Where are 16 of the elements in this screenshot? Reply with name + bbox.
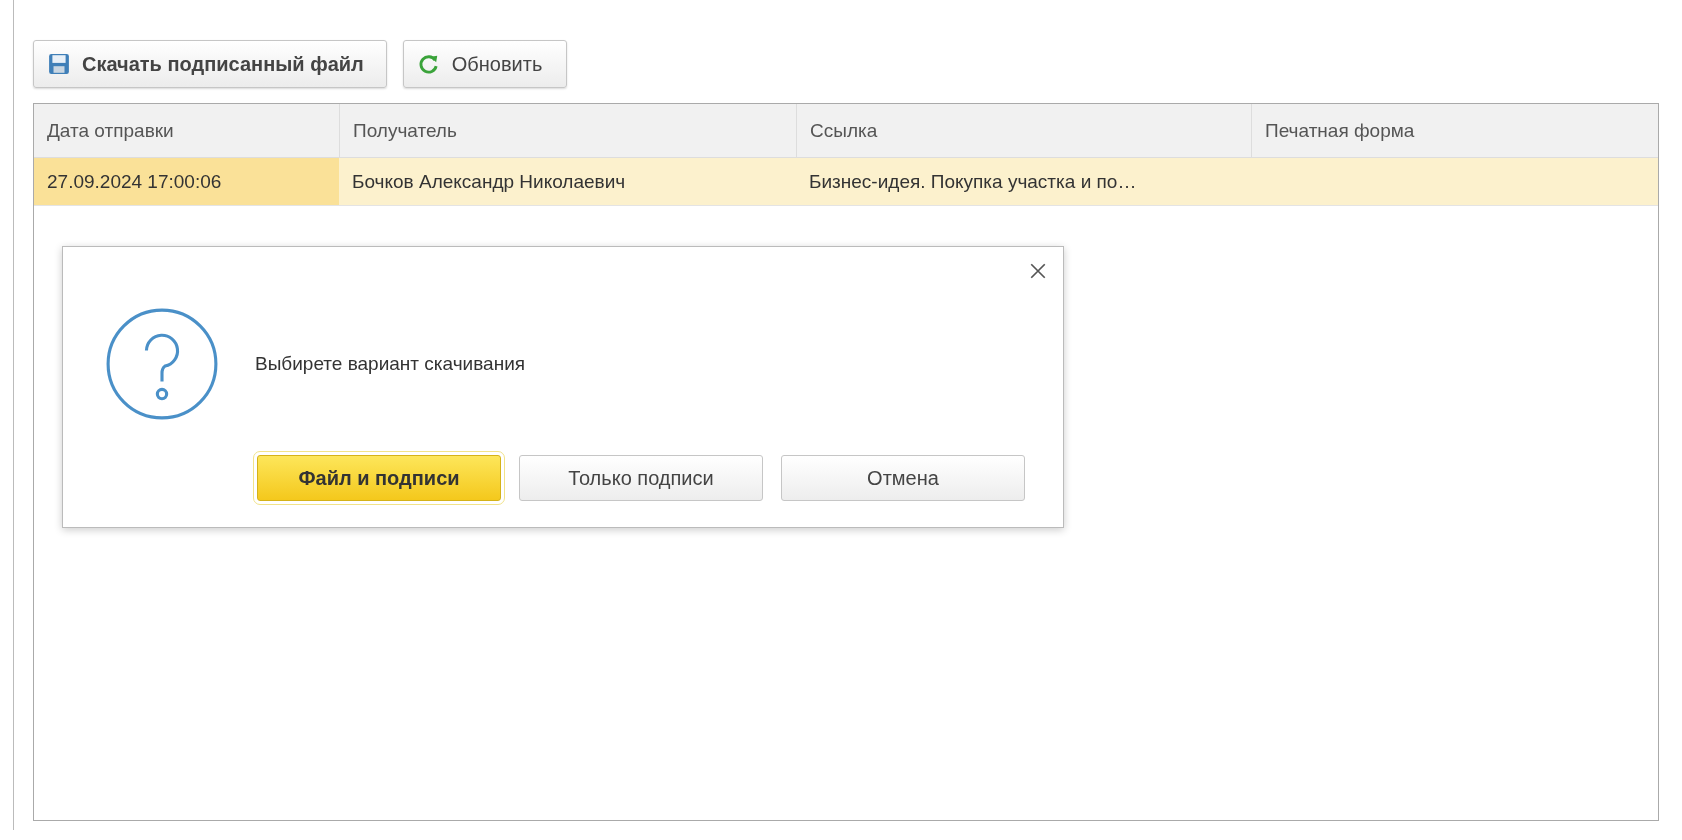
column-header[interactable]: Получатель	[339, 104, 796, 157]
dialog-button[interactable]: Только подписи	[519, 455, 763, 501]
question-mark-icon	[105, 307, 219, 421]
toolbar-button[interactable]: Скачать подписанный файл	[33, 40, 387, 88]
table-cell: 27.09.2024 17:00:06	[34, 158, 339, 205]
column-header[interactable]: Печатная форма	[1251, 104, 1658, 157]
table-row[interactable]: 27.09.2024 17:00:06 Бочков Александр Николаевич Бизнес-идея. Покупка участка и по…	[34, 158, 1658, 206]
dialog-message: Выбирете вариант скачивания	[255, 353, 526, 375]
toolbar-button[interactable]: Обновить	[402, 40, 568, 88]
dialog-button[interactable]: Отмена	[781, 455, 1025, 501]
close-icon[interactable]	[1029, 262, 1047, 280]
column-header[interactable]: Ссылка	[796, 104, 1251, 157]
table-cell-text: Бизнес-идея. Покупка участка и по…	[808, 169, 1138, 194]
refresh-icon	[417, 53, 440, 75]
table-cell-text: Бочков Александр Николаевич	[351, 169, 627, 194]
column-header[interactable]: Дата отправки	[34, 104, 339, 157]
